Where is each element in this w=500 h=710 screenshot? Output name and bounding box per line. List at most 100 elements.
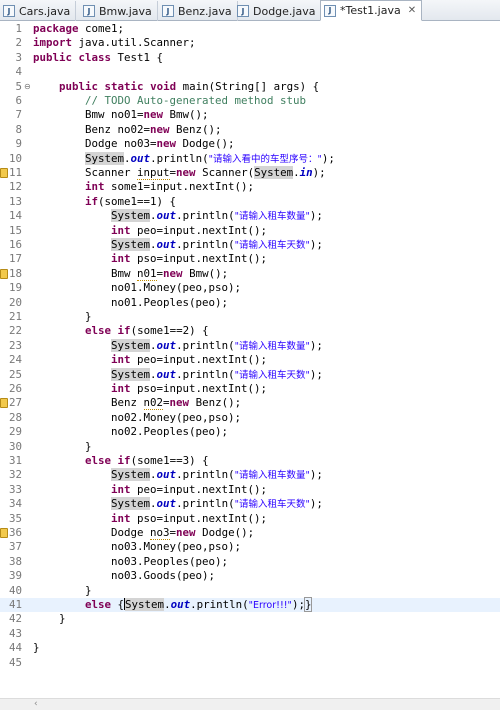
code-line[interactable]: 14 System.out.println("请输入租车数量"); bbox=[0, 209, 500, 223]
code-editor[interactable]: 1 package come1; 2 import java.util.Scanner… bbox=[0, 21, 500, 698]
keyword: int bbox=[85, 180, 105, 194]
tab-test1-java[interactable]: J *Test1.java ✕ bbox=[320, 0, 423, 21]
code-line[interactable]: 21 } bbox=[0, 310, 500, 324]
highlighted-occurrence: System bbox=[125, 598, 165, 611]
code-line[interactable]: 35 int pso=input.nextInt(); bbox=[0, 512, 500, 526]
code-token: ); bbox=[309, 238, 323, 251]
code-token: ); bbox=[312, 166, 326, 179]
static-field: out bbox=[170, 598, 191, 611]
code-line[interactable]: 11 Scanner input=new Scanner(System.in); bbox=[0, 166, 500, 180]
code-line[interactable]: 5 ⊖ public static void main(String[] args… bbox=[0, 80, 500, 94]
code-line[interactable]: 29 no02.Peoples(peo); bbox=[0, 425, 500, 439]
code-token: peo=input.nextInt(); bbox=[130, 353, 268, 367]
close-tab-icon[interactable]: ✕ bbox=[408, 5, 416, 16]
code-line[interactable]: 41 else {System.out.println("Error!!!");… bbox=[0, 597, 500, 613]
warning-identifier: n01 bbox=[137, 266, 157, 281]
code-line[interactable]: 8 Benz no02=new Benz(); bbox=[0, 123, 500, 137]
code-line[interactable]: 25 System.out.println("请输入租车天数"); bbox=[0, 367, 500, 382]
string-literal: "请输入租车数量" bbox=[234, 340, 310, 352]
code-line[interactable]: 26 int pso=input.nextInt(); bbox=[0, 382, 500, 396]
code-line[interactable]: 45 bbox=[0, 656, 500, 670]
code-line[interactable]: 13 if(some1==1) { bbox=[0, 195, 500, 209]
horizontal-scrollbar[interactable]: ‹ bbox=[0, 698, 500, 710]
code-line[interactable]: 17 int pso=input.nextInt(); bbox=[0, 252, 500, 266]
static-field: out bbox=[156, 497, 177, 511]
code-token: ); bbox=[291, 598, 305, 611]
code-token: Benz(); bbox=[169, 122, 222, 136]
code-text: // TODO Auto-generated method stub bbox=[33, 94, 306, 108]
code-token: ); bbox=[309, 468, 323, 482]
code-line[interactable]: 33 int peo=input.nextInt(); bbox=[0, 483, 500, 497]
code-line[interactable]: 27 Benz n02=new Benz(); bbox=[0, 396, 500, 411]
code-line[interactable]: 38 no03.Peoples(peo); bbox=[0, 555, 500, 569]
code-token: (some1==3) { bbox=[130, 454, 209, 467]
code-line[interactable]: 31 else if(some1==3) { bbox=[0, 454, 500, 468]
highlighted-occurrence: System bbox=[111, 209, 151, 223]
code-line[interactable]: 18 Bmw n01=new Bmw(); bbox=[0, 266, 500, 281]
code-line[interactable]: 2 import java.util.Scanner; bbox=[0, 36, 500, 50]
code-line[interactable]: 40 } bbox=[0, 584, 500, 598]
code-line[interactable]: 36 Dodge no3=new Dodge(); bbox=[0, 526, 500, 540]
keyword: if bbox=[117, 324, 131, 338]
code-line[interactable]: 24 int peo=input.nextInt(); bbox=[0, 353, 500, 367]
code-line[interactable]: 44} bbox=[0, 641, 500, 655]
code-text: int pso=input.nextInt(); bbox=[33, 382, 267, 396]
code-line[interactable]: 1 package come1; bbox=[0, 22, 500, 36]
code-text: System.out.println("请输入租车数量"); bbox=[33, 338, 323, 354]
code-line[interactable]: 39 no03.Goods(peo); bbox=[0, 569, 500, 583]
code-line[interactable]: 22 else if(some1==2) { bbox=[0, 324, 500, 338]
scroll-left-arrow-icon[interactable]: ‹ bbox=[34, 699, 38, 709]
code-line[interactable]: 43 bbox=[0, 627, 500, 641]
code-token: some1=input.nextInt(); bbox=[104, 180, 255, 194]
line-number: 41 bbox=[8, 598, 22, 611]
code-line[interactable]: 4 bbox=[0, 65, 500, 79]
code-text: System.out.println("请输入租车天数"); bbox=[33, 238, 323, 253]
code-line[interactable]: 16 System.out.println("请输入租车天数"); bbox=[0, 238, 500, 252]
code-text: no01.Money(peo,pso); bbox=[33, 281, 241, 295]
code-line[interactable]: 34 System.out.println("请输入租车天数"); bbox=[0, 497, 500, 511]
tab-cars-java[interactable]: J Cars.java bbox=[0, 1, 77, 21]
code-line[interactable]: 37 no03.Money(peo,pso); bbox=[0, 540, 500, 554]
code-token: Bmw(); bbox=[163, 108, 209, 122]
code-text: System.out.println("请输入看中的车型序号："); bbox=[33, 151, 335, 167]
code-token: .println( bbox=[176, 468, 235, 482]
line-number: 10 bbox=[8, 151, 22, 165]
code-line[interactable]: 19 no01.Money(peo,pso); bbox=[0, 281, 500, 295]
code-token: Benz bbox=[33, 396, 144, 410]
code-text: } bbox=[33, 440, 92, 454]
keyword: package bbox=[33, 22, 79, 35]
code-line[interactable]: 32 System.out.println("请输入租车数量"); bbox=[0, 468, 500, 482]
tab-dodge-java[interactable]: J Dodge.java bbox=[234, 1, 322, 21]
code-line[interactable]: 10 System.out.println("请输入看中的车型序号："); bbox=[0, 151, 500, 167]
code-line[interactable]: 42 } bbox=[0, 612, 500, 626]
code-text: Dodge no3=new Dodge(); bbox=[33, 526, 254, 540]
code-line[interactable]: 9 Dodge no03=new Dodge(); bbox=[0, 137, 500, 151]
code-line[interactable]: 30 } bbox=[0, 440, 500, 454]
code-token: Test1 { bbox=[111, 50, 164, 64]
code-token: Benz no02= bbox=[33, 122, 151, 136]
static-field: out bbox=[156, 367, 177, 381]
tab-bmw-java[interactable]: J Bmw.java bbox=[80, 1, 158, 21]
code-token: .println( bbox=[176, 209, 235, 223]
tab-benz-java[interactable]: J Benz.java bbox=[159, 1, 238, 21]
code-line[interactable]: 6 // TODO Auto-generated method stub bbox=[0, 94, 500, 108]
keyword: import bbox=[33, 36, 73, 50]
line-number: 8 bbox=[15, 122, 22, 136]
code-line[interactable]: 3 public class Test1 { bbox=[0, 51, 500, 65]
code-line[interactable]: 23 System.out.println("请输入租车数量"); bbox=[0, 338, 500, 354]
code-line[interactable]: 15 int peo=input.nextInt(); bbox=[0, 224, 500, 238]
code-line[interactable]: 12 int some1=input.nextInt(); bbox=[0, 180, 500, 194]
static-field: out bbox=[156, 338, 177, 352]
fold-collapse-icon[interactable]: ⊖ bbox=[24, 80, 31, 94]
code-line[interactable]: 20 no01.Peoples(peo); bbox=[0, 296, 500, 310]
code-token: ); bbox=[309, 209, 323, 223]
code-line[interactable]: 28 no02.Money(peo,pso); bbox=[0, 411, 500, 425]
code-line[interactable]: 7 Bmw no01=new Bmw(); bbox=[0, 108, 500, 122]
line-number: 23 bbox=[8, 338, 22, 352]
code-text: public class Test1 { bbox=[33, 51, 163, 65]
